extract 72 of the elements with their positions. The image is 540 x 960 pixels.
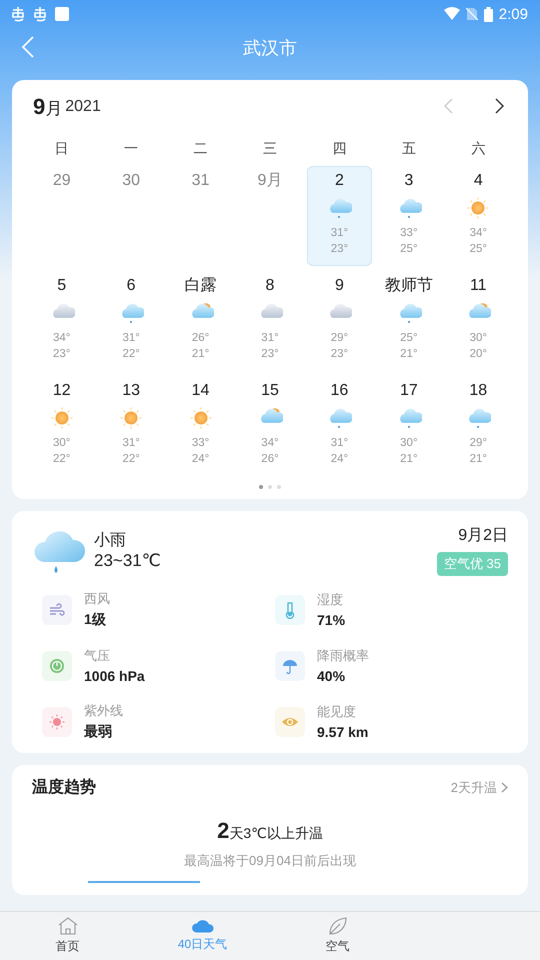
- calendar-day[interactable]: 11 30° 20°: [446, 271, 511, 371]
- status-time: 2:09: [498, 6, 528, 22]
- weekday-label: 三: [262, 140, 277, 156]
- detail-label: 气压: [84, 647, 111, 665]
- city-title: 武汉市: [243, 37, 297, 60]
- air-quality-badge: 空气优 35: [436, 552, 508, 576]
- calendar-day[interactable]: 12 30° 22°: [29, 376, 94, 476]
- temperature-range: 23~31℃: [94, 551, 161, 571]
- detail-label: 降雨概率: [317, 647, 369, 665]
- section-title: 温度趋势: [32, 777, 96, 798]
- notification-icon: [32, 6, 48, 22]
- no-sim-icon: [466, 7, 478, 21]
- calendar-day[interactable]: 14 33° 24°: [168, 376, 234, 476]
- calendar-day[interactable]: 白露 26° 21°: [168, 271, 234, 371]
- condition-label: 小雨: [94, 530, 127, 551]
- calendar-day[interactable]: 17 30° 21°: [376, 376, 442, 476]
- calendar-day[interactable]: 8 31° 23°: [237, 271, 303, 371]
- weekday-label: 二: [194, 140, 208, 156]
- eye-icon: [275, 706, 305, 736]
- tab-item[interactable]: 首页: [0, 912, 135, 960]
- sun-icon: [188, 405, 214, 431]
- wind-icon: [42, 594, 72, 624]
- detail-label: 紫外线: [84, 702, 123, 720]
- notification-icon: [10, 6, 26, 22]
- calendar-day[interactable]: 9月: [237, 166, 303, 266]
- sun-icon: [48, 405, 75, 431]
- sun-icon: [118, 405, 144, 431]
- sun-icon: [465, 195, 492, 221]
- year-label: 2021: [65, 98, 101, 116]
- detail-value: 40%: [317, 668, 346, 684]
- weekday-label: 四: [332, 140, 346, 156]
- thermometer-icon: [275, 594, 305, 624]
- detail-value: 1级: [84, 611, 107, 629]
- detail-value: 1006 hPa: [84, 668, 145, 684]
- calendar-day[interactable]: 5 34° 23°: [29, 271, 94, 371]
- calendar-day[interactable]: 3 33° 25°: [376, 166, 442, 266]
- weekday-label: 六: [471, 140, 486, 156]
- detail-value: 9.57 km: [317, 724, 368, 740]
- detail-value: 最弱: [84, 723, 113, 741]
- detail-value: 71%: [317, 612, 346, 628]
- detail-label: 能见度: [317, 703, 357, 721]
- sun-icon: [42, 706, 72, 736]
- tab-item[interactable]: 空气: [270, 912, 405, 960]
- calendar-day[interactable]: 16 31° 24°: [306, 376, 372, 476]
- gauge-icon: [42, 650, 72, 680]
- month-label: 9月: [33, 94, 62, 120]
- calendar-day[interactable]: 4 34° 25°: [446, 166, 511, 266]
- home-icon: [56, 916, 78, 936]
- notification-icon: [54, 6, 70, 22]
- calendar-day[interactable]: 2 31° 23°: [306, 166, 372, 266]
- leaf-icon: [326, 916, 348, 936]
- wifi-icon: [444, 7, 460, 21]
- calendar-day[interactable]: 31: [168, 166, 234, 266]
- weekday-label: 一: [124, 140, 138, 156]
- umbrella-icon: [275, 650, 305, 680]
- trend-note: 最高温将于09月04日前后出现: [184, 853, 356, 868]
- weekday-label: 五: [402, 140, 416, 156]
- trend-headline: 2天3℃以上升温: [217, 825, 323, 841]
- detail-label: 湿度: [317, 591, 344, 609]
- calendar-day[interactable]: 6 31° 22°: [98, 271, 164, 371]
- chevron-right-icon: [501, 782, 508, 793]
- date-label: 9月2日: [458, 526, 508, 546]
- detail-label: 西风: [84, 590, 110, 608]
- battery-icon: [484, 6, 493, 22]
- weekday-label: 日: [54, 140, 69, 156]
- calendar-day[interactable]: 13 31° 22°: [98, 376, 164, 476]
- calendar-day[interactable]: 18 29° 21°: [446, 376, 511, 476]
- calendar-day[interactable]: 29: [29, 166, 94, 266]
- calendar-day[interactable]: 15 34° 26°: [237, 376, 303, 476]
- calendar-day[interactable]: 教师节 25° 21°: [376, 271, 442, 371]
- calendar-day[interactable]: 30: [98, 166, 164, 266]
- calendar-day[interactable]: 9 29° 23°: [306, 271, 372, 371]
